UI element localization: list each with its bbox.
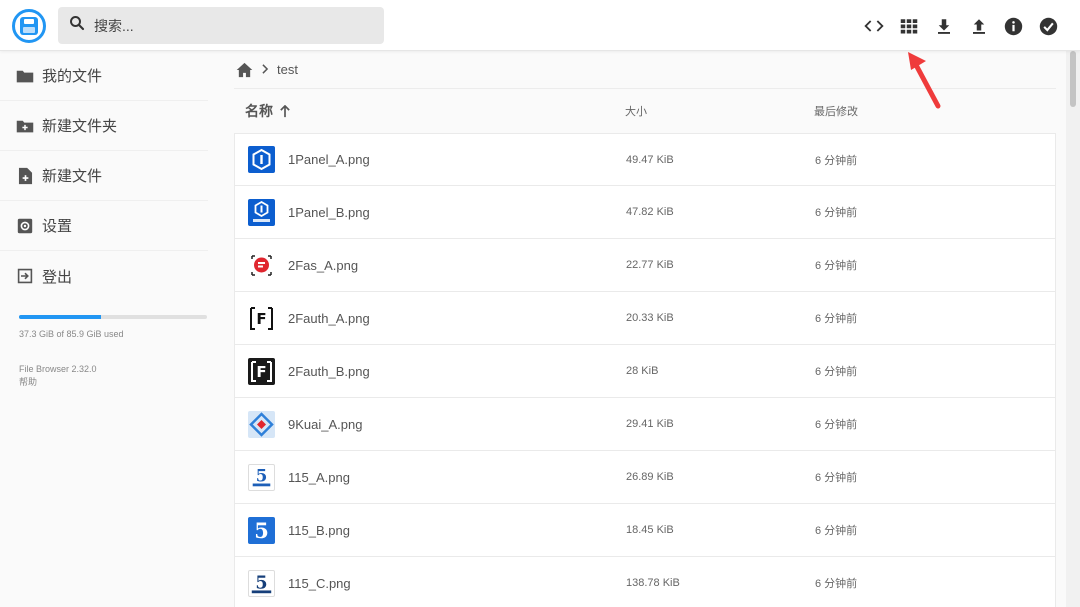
thumbnail-115-icon: 5 [248, 569, 275, 597]
file-size: 20.33 KiB [626, 312, 674, 324]
home-icon[interactable] [236, 62, 253, 78]
table-row[interactable]: 5 115_C.png 138.78 KiB 6 分钟前 [234, 557, 1056, 607]
column-name[interactable]: 名称 [234, 101, 625, 121]
file-modified: 6 分钟前 [815, 207, 858, 219]
storage-bar [19, 315, 207, 319]
table-row[interactable]: 1Panel_B.png 47.82 KiB 6 分钟前 [234, 186, 1056, 239]
settings-icon [16, 217, 34, 235]
table-row[interactable]: 2Fas_A.png 22.77 KiB 6 分钟前 [234, 239, 1056, 292]
file-size: 26.89 KiB [626, 471, 674, 483]
file-name: 2Fauth_B.png [288, 363, 370, 379]
svg-text:5: 5 [255, 572, 267, 593]
new-folder-icon [16, 117, 34, 135]
storage-bar-fill [19, 315, 101, 319]
new-file-icon [16, 167, 34, 185]
thumbnail-1panel-icon [248, 198, 275, 226]
info-icon[interactable] [1002, 8, 1025, 44]
column-modified[interactable]: 最后修改 [814, 103, 858, 119]
svg-text:F: F [256, 363, 266, 381]
svg-text:5: 5 [256, 465, 268, 485]
table-row[interactable]: 9Kuai_A.png 29.41 KiB 6 分钟前 [234, 398, 1056, 451]
code-view-icon[interactable] [862, 8, 885, 44]
file-name: 1Panel_A.png [288, 152, 370, 167]
file-name: 2Fas_A.png [288, 257, 359, 273]
table-row[interactable]: F 2Fauth_B.png 28 KiB 6 分钟前 [234, 345, 1056, 398]
file-size: 29.41 KiB [626, 418, 674, 430]
sidebar-item-settings[interactable]: 设置 [0, 201, 208, 251]
file-size: 18.45 KiB [626, 524, 674, 536]
thumbnail-1panel-icon [248, 146, 275, 173]
thumbnail-115-icon: 5 [248, 516, 275, 544]
table-row[interactable]: 1Panel_A.png 49.47 KiB 6 分钟前 [234, 133, 1056, 186]
file-listing: test 名称 大小 最后修改 1Panel_A.png 49.47 KiB 6… [234, 51, 1056, 607]
file-modified: 6 分钟前 [815, 313, 858, 325]
toolbar [862, 8, 1060, 44]
help-link[interactable]: 帮助 [19, 376, 208, 389]
thumbnail-9kuai-icon [248, 410, 275, 438]
file-modified: 6 分钟前 [815, 154, 858, 167]
app-logo[interactable] [12, 9, 46, 43]
file-name: 1Panel_B.png [288, 204, 370, 220]
file-modified: 6 分钟前 [815, 578, 858, 590]
sidebar-item-label: 新建文件夹 [42, 118, 118, 135]
table-row[interactable]: 5 115_B.png 18.45 KiB 6 分钟前 [234, 504, 1056, 557]
arrow-up-icon [279, 104, 291, 118]
sidebar-item-logout[interactable]: 登出 [0, 251, 208, 301]
thumbnail-115-icon: 5 [248, 463, 275, 491]
grid-view-icon[interactable] [897, 8, 920, 44]
folder-icon [16, 67, 34, 85]
sidebar: 我的文件 新建文件夹 新建文件 设置 登出 37.3 GiB of 85.9 G… [0, 51, 208, 607]
search-box[interactable] [58, 7, 384, 44]
table-row[interactable]: 5 115_A.png 26.89 KiB 6 分钟前 [234, 451, 1056, 504]
column-header: 名称 大小 最后修改 [234, 89, 1056, 133]
file-name: 115_B.png [288, 522, 350, 538]
sidebar-item-label: 登出 [42, 268, 73, 286]
svg-text:5: 5 [254, 518, 269, 543]
sidebar-item-my-files[interactable]: 我的文件 [0, 51, 208, 101]
thumbnail-2fauth-icon: F [248, 357, 275, 385]
column-size[interactable]: 大小 [625, 103, 814, 119]
scrollbar[interactable] [1066, 51, 1080, 607]
upload-icon[interactable] [967, 8, 990, 44]
file-modified: 6 分钟前 [815, 525, 858, 537]
file-size: 47.82 KiB [626, 206, 674, 218]
breadcrumb-folder[interactable]: test [277, 62, 298, 77]
credits: File Browser 2.32.0 帮助 [0, 363, 208, 389]
version-text: File Browser 2.32.0 [19, 364, 97, 374]
sidebar-item-label: 设置 [42, 218, 73, 235]
sidebar-item-new-file[interactable]: 新建文件 [0, 151, 208, 201]
file-size: 22.77 KiB [626, 259, 674, 271]
sidebar-item-new-folder[interactable]: 新建文件夹 [0, 101, 208, 151]
thumbnail-2fas-icon [248, 251, 275, 279]
breadcrumb: test [234, 51, 1056, 89]
file-modified: 6 分钟前 [815, 472, 858, 484]
table-row[interactable]: F 2Fauth_A.png 20.33 KiB 6 分钟前 [234, 292, 1056, 345]
search-input[interactable] [94, 17, 364, 34]
file-modified: 6 分钟前 [815, 366, 858, 378]
file-modified: 6 分钟前 [815, 419, 858, 431]
chevron-right-icon [261, 62, 269, 77]
storage-text: 37.3 GiB of 85.9 GiB used [19, 329, 124, 339]
select-all-icon[interactable] [1037, 8, 1060, 44]
sidebar-item-label: 我的文件 [42, 68, 103, 85]
file-name: 115_A.png [288, 469, 350, 485]
scrollbar-thumb[interactable] [1070, 51, 1076, 107]
download-icon[interactable] [932, 8, 955, 44]
file-name: 115_C.png [288, 575, 351, 591]
file-name: 9Kuai_A.png [288, 416, 363, 432]
file-name: 2Fauth_A.png [288, 310, 370, 326]
file-modified: 6 分钟前 [815, 260, 858, 272]
sidebar-item-label: 新建文件 [42, 168, 103, 185]
logout-icon [16, 267, 34, 285]
file-size: 28 KiB [626, 365, 659, 377]
file-size: 49.47 KiB [626, 153, 674, 166]
thumbnail-2fauth-icon: F [248, 304, 275, 332]
storage-usage: 37.3 GiB of 85.9 GiB used [0, 315, 208, 339]
search-icon [68, 14, 86, 37]
column-name-label: 名称 [245, 103, 273, 119]
svg-text:F: F [256, 310, 266, 328]
top-bar [0, 0, 1080, 51]
file-rows: 1Panel_A.png 49.47 KiB 6 分钟前 1Panel_B.pn… [234, 133, 1056, 607]
file-size: 138.78 KiB [626, 577, 680, 589]
